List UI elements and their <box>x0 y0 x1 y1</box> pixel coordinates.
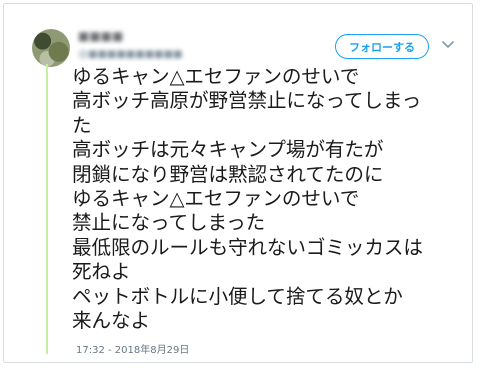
tweet-timestamp[interactable]: 17:32 - 2018年8月29日 <box>76 341 189 356</box>
tweet-text-line: 閉鎖になり野営は黙認されてたのに <box>72 162 384 186</box>
tweet-text-line: ゆるキャン△エセファンのせいで <box>72 187 360 211</box>
tweet-text-line: ペットボトルに小便して捨てる奴とか <box>72 284 403 308</box>
display-name[interactable]: ■■■■ <box>78 29 182 43</box>
user-handle[interactable]: @■■■■■■■■■■ <box>78 49 182 60</box>
tweet-text: ゆるキャン△エセファンのせいで 高ボッチ高原が野営禁止になってしまっ た 高ボッ… <box>72 65 467 333</box>
tweet-text-line: 高ボッチ高原が野営禁止になってしまっ <box>72 89 422 113</box>
tweet-text-line: 死ねよ <box>72 260 131 284</box>
more-options-button[interactable] <box>441 39 455 51</box>
tweet-text-line: 最低限のルールも守れないゴミッカスは <box>72 235 423 259</box>
tweet-text-line: ゆるキャン△エセファンのせいで <box>72 65 360 88</box>
tweet-text-line: た <box>72 113 92 137</box>
tweet-text-line: 来んなよ <box>72 309 150 333</box>
tweet-text-line: 禁止になってしまった <box>72 211 266 235</box>
follow-button[interactable]: フォローする <box>335 34 429 59</box>
tweet-text-line: 高ボッチは元々キャンプ場が有たが <box>72 138 384 162</box>
thread-line <box>46 64 48 354</box>
user-info: ■■■■ @■■■■■■■■■■ <box>78 29 182 60</box>
chevron-down-icon <box>442 41 454 48</box>
user-avatar[interactable] <box>32 29 70 67</box>
